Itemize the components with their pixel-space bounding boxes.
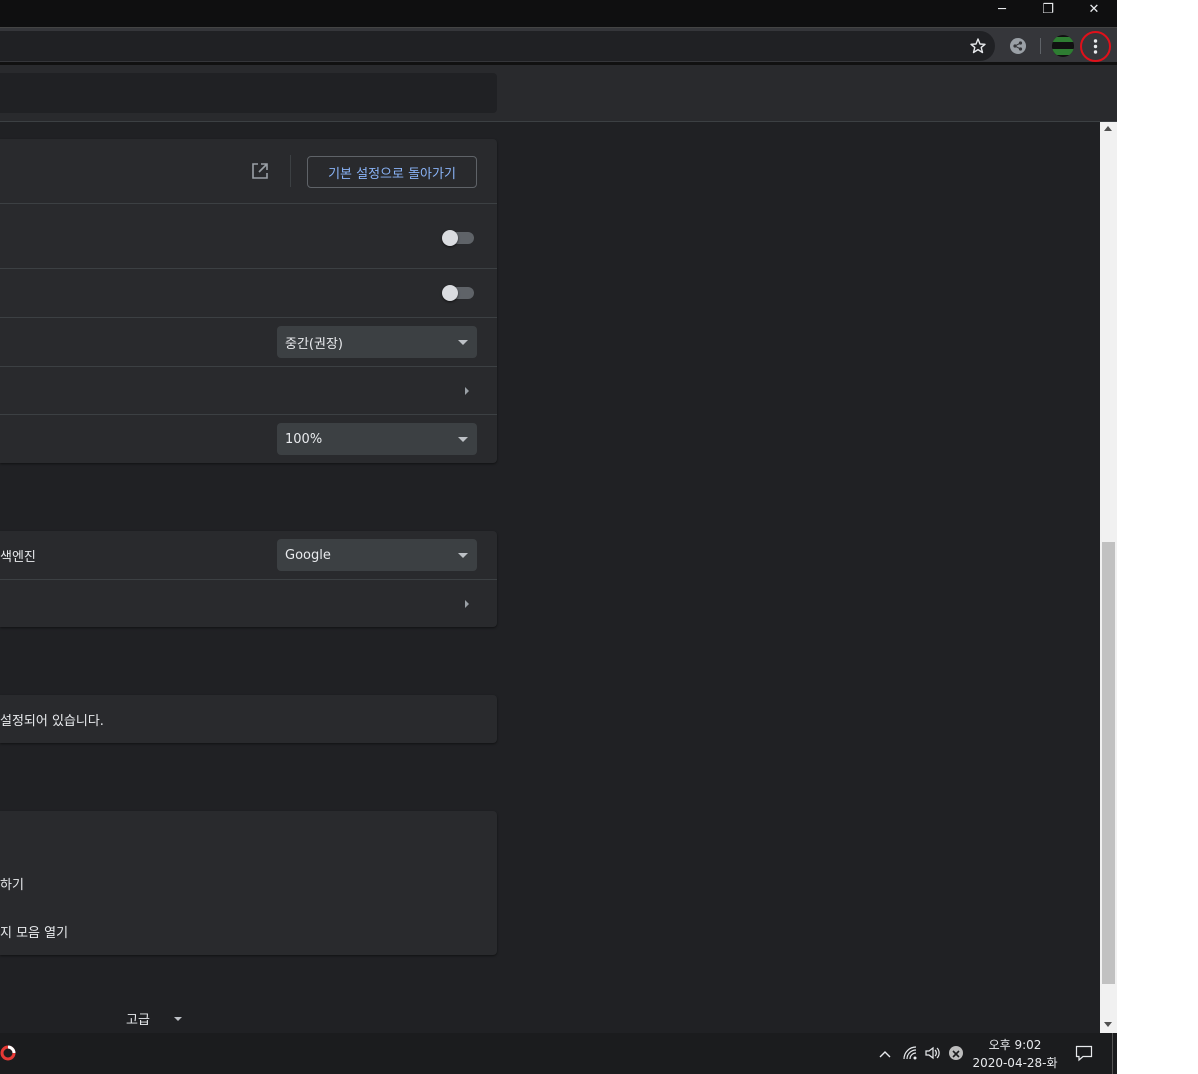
separator <box>290 155 291 187</box>
scroll-down-arrow[interactable] <box>1104 1022 1112 1027</box>
title-bar: ─ ❐ ✕ <box>0 0 1117 27</box>
font-size-select[interactable]: 중간(권장) <box>277 326 477 358</box>
search-engine-value: Google <box>285 547 331 563</box>
settings-header <box>0 65 1117 122</box>
minimize-button[interactable]: ─ <box>979 0 1025 18</box>
search-engine-card: 색엔진 Google <box>0 531 497 627</box>
toolbar-divider <box>1040 38 1041 54</box>
three-dot-menu-icon[interactable] <box>1080 31 1111 62</box>
clock-date[interactable]: 2020-04-28-화 <box>970 1054 1060 1071</box>
open-in-new-icon[interactable] <box>250 161 270 181</box>
customize-fonts-row[interactable] <box>0 367 497 414</box>
advanced-toggle-button[interactable]: 고급 <box>120 1006 190 1030</box>
chevron-right-icon <box>465 387 469 395</box>
divider <box>0 317 497 318</box>
page-zoom-select[interactable]: 100% <box>277 423 477 455</box>
divider <box>0 414 497 415</box>
notification-icon[interactable] <box>1075 1045 1093 1062</box>
reset-theme-button[interactable]: 기본 설정으로 돌아가기 <box>307 156 477 188</box>
star-icon[interactable] <box>969 37 987 55</box>
chevron-down-icon <box>458 437 468 442</box>
appearance-card: 기본 설정으로 돌아가기 중간(권장) 100% <box>0 139 497 463</box>
default-browser-status: 설정되어 있습니다. <box>0 714 104 729</box>
taskbar: 오후 9:02 2020-04-28-화 <box>0 1033 1117 1074</box>
show-desktop-button[interactable] <box>1112 1033 1113 1074</box>
chevron-up-icon[interactable] <box>878 1046 892 1060</box>
chevron-right-icon <box>465 600 469 608</box>
startup-option-open-pages[interactable]: 지 모음 열기 <box>0 922 68 941</box>
opera-app-icon[interactable] <box>0 1044 17 1062</box>
scrollbar[interactable] <box>1100 122 1117 1033</box>
font-size-value: 중간(권장) <box>285 336 343 352</box>
advanced-label: 고급 <box>126 1013 150 1028</box>
restore-button[interactable]: ❐ <box>1025 0 1071 18</box>
error-icon[interactable] <box>949 1046 963 1060</box>
search-input[interactable] <box>0 73 497 113</box>
manage-search-engines-row[interactable] <box>0 580 497 627</box>
divider <box>0 268 497 269</box>
scroll-up-arrow[interactable] <box>1104 126 1112 131</box>
scrollbar-thumb[interactable] <box>1102 542 1115 984</box>
volume-icon[interactable] <box>924 1045 942 1061</box>
search-engine-label: 색엔진 <box>0 550 36 565</box>
chevron-down-icon <box>458 340 468 345</box>
extension-icon[interactable] <box>1010 38 1026 54</box>
screen: ─ ❐ ✕ 기본 설정으로 돌아가기 중간(권장) 100% 색엔진 Googl… <box>0 0 1117 1074</box>
avatar[interactable] <box>1052 35 1074 57</box>
address-bar[interactable] <box>0 31 995 61</box>
browser-toolbar <box>0 27 1117 65</box>
search-engine-select[interactable]: Google <box>277 539 477 571</box>
clock-time[interactable]: 오후 9:02 <box>970 1036 1060 1053</box>
page-zoom-value: 100% <box>285 431 323 447</box>
divider <box>0 203 497 204</box>
startup-option-continue[interactable]: 하기 <box>0 874 24 893</box>
default-browser-card: 설정되어 있습니다. <box>0 695 497 743</box>
network-icon[interactable] <box>902 1045 918 1061</box>
on-startup-card: 하기 지 모음 열기 <box>0 811 497 955</box>
close-button[interactable]: ✕ <box>1071 0 1117 18</box>
chevron-down-icon <box>458 553 468 558</box>
chevron-down-icon <box>174 1017 182 1021</box>
